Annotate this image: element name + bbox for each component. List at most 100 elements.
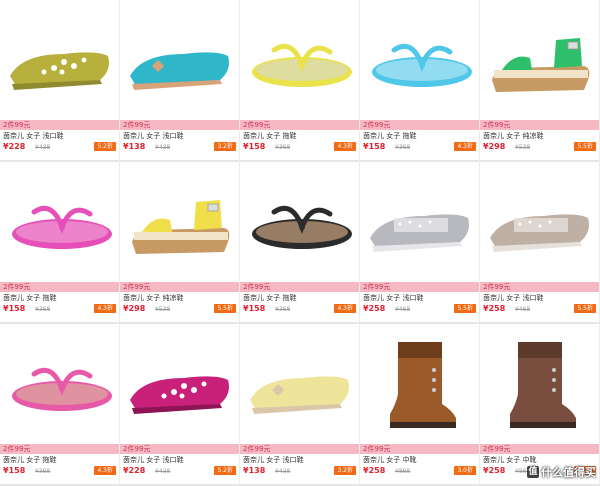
promo-text: 2件99元 xyxy=(123,283,151,291)
product-price: ¥258 xyxy=(483,304,506,313)
product-card[interactable]: 2件99元 茵奈儿 女子 拖鞋 ¥158 ¥368 4.3折 xyxy=(360,0,480,162)
product-image[interactable] xyxy=(480,0,599,119)
promo-banner: 2件99元 xyxy=(360,444,479,454)
original-price: ¥438 xyxy=(155,468,171,475)
product-card[interactable]: 2件99元 茵奈儿 女子 浅口鞋 ¥138 ¥438 3.2折 xyxy=(240,324,360,486)
watermark-text: 什么值得买 xyxy=(541,466,596,479)
original-price: ¥538 xyxy=(155,306,171,313)
promo-text: 2件99元 xyxy=(363,121,391,129)
discount-badge: 3.0折 xyxy=(454,466,476,475)
promo-text: 2件99元 xyxy=(243,283,271,291)
product-price: ¥158 xyxy=(363,142,386,151)
original-price: ¥368 xyxy=(275,144,291,151)
promo-banner: 2件99元 xyxy=(120,282,239,292)
promo-banner: 2件99元 xyxy=(120,120,239,130)
product-price: ¥158 xyxy=(3,304,26,313)
product-image[interactable] xyxy=(360,162,479,281)
promo-text: 2件99元 xyxy=(363,445,391,453)
discount-badge: 3.2折 xyxy=(334,466,356,475)
product-price: ¥158 xyxy=(3,466,26,475)
product-card[interactable]: 2件99元 茵奈儿 女子 拖鞋 ¥158 ¥368 4.3折 xyxy=(0,162,120,324)
product-grid: 2件99元 茵奈儿 女子 浅口鞋 ¥228 ¥438 5.2折 2件99元 茵奈… xyxy=(0,0,600,486)
discount-badge: 5.5折 xyxy=(574,304,596,313)
product-name[interactable]: 茵奈儿 女子 浅口鞋 xyxy=(123,455,183,465)
watermark: 值什么值得买 xyxy=(527,464,596,480)
product-image[interactable] xyxy=(240,0,359,119)
product-name[interactable]: 茵奈儿 女子 纯凉鞋 xyxy=(123,293,183,303)
product-price: ¥228 xyxy=(3,142,26,151)
product-image[interactable] xyxy=(480,162,599,281)
product-price: ¥158 xyxy=(243,304,266,313)
discount-badge: 4.3折 xyxy=(334,304,356,313)
product-name[interactable]: 茵奈儿 女子 中靴 xyxy=(363,455,416,465)
promo-banner: 2件99元 xyxy=(240,282,359,292)
product-name[interactable]: 茵奈儿 女子 纯凉鞋 xyxy=(483,131,543,141)
product-price: ¥298 xyxy=(483,142,506,151)
promo-banner: 2件99元 xyxy=(480,120,599,130)
product-image[interactable] xyxy=(360,324,479,443)
original-price: ¥438 xyxy=(275,468,291,475)
product-card[interactable]: 2件99元 茵奈儿 女子 纯凉鞋 ¥298 ¥538 5.5折 xyxy=(120,162,240,324)
product-price: ¥228 xyxy=(123,466,146,475)
product-name[interactable]: 茵奈儿 女子 浅口鞋 xyxy=(363,293,423,303)
product-image[interactable] xyxy=(240,162,359,281)
product-name[interactable]: 茵奈儿 女子 拖鞋 xyxy=(363,131,416,141)
promo-text: 2件99元 xyxy=(3,121,31,129)
product-image[interactable] xyxy=(120,162,239,281)
product-card[interactable]: 2件99元 茵奈儿 女子 浅口鞋 ¥228 ¥438 5.2折 xyxy=(0,0,120,162)
discount-badge: 5.5折 xyxy=(574,142,596,151)
product-card[interactable]: 2件99元 茵奈儿 女子 纯凉鞋 ¥298 ¥538 5.5折 xyxy=(480,0,600,162)
promo-banner: 2件99元 xyxy=(0,120,119,130)
promo-banner: 2件99元 xyxy=(0,282,119,292)
product-price: ¥298 xyxy=(123,304,146,313)
promo-text: 2件99元 xyxy=(3,445,31,453)
product-name[interactable]: 茵奈儿 女子 浅口鞋 xyxy=(3,131,63,141)
product-card[interactable]: 2件99元 茵奈儿 女子 拖鞋 ¥158 ¥368 4.3折 xyxy=(240,162,360,324)
promo-banner: 2件99元 xyxy=(360,120,479,130)
product-image[interactable] xyxy=(480,324,599,443)
product-image[interactable] xyxy=(360,0,479,119)
product-name[interactable]: 茵奈儿 女子 浅口鞋 xyxy=(123,131,183,141)
product-price: ¥258 xyxy=(363,304,386,313)
promo-banner: 2件99元 xyxy=(240,444,359,454)
product-name[interactable]: 茵奈儿 女子 拖鞋 xyxy=(3,293,56,303)
product-image[interactable] xyxy=(0,162,119,281)
discount-badge: 5.5折 xyxy=(454,304,476,313)
product-card[interactable]: 2件99元 茵奈儿 女子 浅口鞋 ¥258 ¥468 5.5折 xyxy=(480,162,600,324)
product-card[interactable]: 2件99元 茵奈儿 女子 浅口鞋 ¥258 ¥468 5.5折 xyxy=(360,162,480,324)
product-card[interactable]: 2件99元 茵奈儿 女子 拖鞋 ¥158 ¥368 4.3折 xyxy=(240,0,360,162)
discount-badge: 4.3折 xyxy=(334,142,356,151)
original-price: ¥368 xyxy=(35,306,51,313)
product-card[interactable]: 2件99元 茵奈儿 女子 中靴 ¥258 ¥868 3.0折 xyxy=(480,324,600,486)
original-price: ¥368 xyxy=(35,468,51,475)
product-name[interactable]: 茵奈儿 女子 拖鞋 xyxy=(3,455,56,465)
discount-badge: 5.2折 xyxy=(94,142,116,151)
product-card[interactable]: 2件99元 茵奈儿 女子 浅口鞋 ¥228 ¥438 5.2折 xyxy=(120,324,240,486)
promo-banner: 2件99元 xyxy=(480,282,599,292)
product-image[interactable] xyxy=(0,0,119,119)
product-card[interactable]: 2件99元 茵奈儿 女子 拖鞋 ¥158 ¥368 4.3折 xyxy=(0,324,120,486)
product-image[interactable] xyxy=(120,324,239,443)
product-image[interactable] xyxy=(0,324,119,443)
discount-badge: 4.3折 xyxy=(94,466,116,475)
product-name[interactable]: 茵奈儿 女子 拖鞋 xyxy=(243,131,296,141)
original-price: ¥438 xyxy=(35,144,51,151)
promo-banner: 2件99元 xyxy=(240,120,359,130)
product-card[interactable]: 2件99元 茵奈儿 女子 中靴 ¥258 ¥868 3.0折 xyxy=(360,324,480,486)
promo-text: 2件99元 xyxy=(483,121,511,129)
product-name[interactable]: 茵奈儿 女子 拖鞋 xyxy=(243,293,296,303)
promo-text: 2件99元 xyxy=(483,283,511,291)
original-price: ¥868 xyxy=(395,468,411,475)
promo-banner: 2件99元 xyxy=(120,444,239,454)
original-price: ¥368 xyxy=(395,144,411,151)
promo-banner: 2件99元 xyxy=(0,444,119,454)
product-image[interactable] xyxy=(240,324,359,443)
product-name[interactable]: 茵奈儿 女子 浅口鞋 xyxy=(483,293,543,303)
promo-text: 2件99元 xyxy=(243,121,271,129)
promo-text: 2件99元 xyxy=(363,283,391,291)
product-image[interactable] xyxy=(120,0,239,119)
discount-badge: 4.3折 xyxy=(94,304,116,313)
promo-text: 2件99元 xyxy=(243,445,271,453)
product-card[interactable]: 2件99元 茵奈儿 女子 浅口鞋 ¥138 ¥438 3.2折 xyxy=(120,0,240,162)
product-name[interactable]: 茵奈儿 女子 浅口鞋 xyxy=(243,455,303,465)
